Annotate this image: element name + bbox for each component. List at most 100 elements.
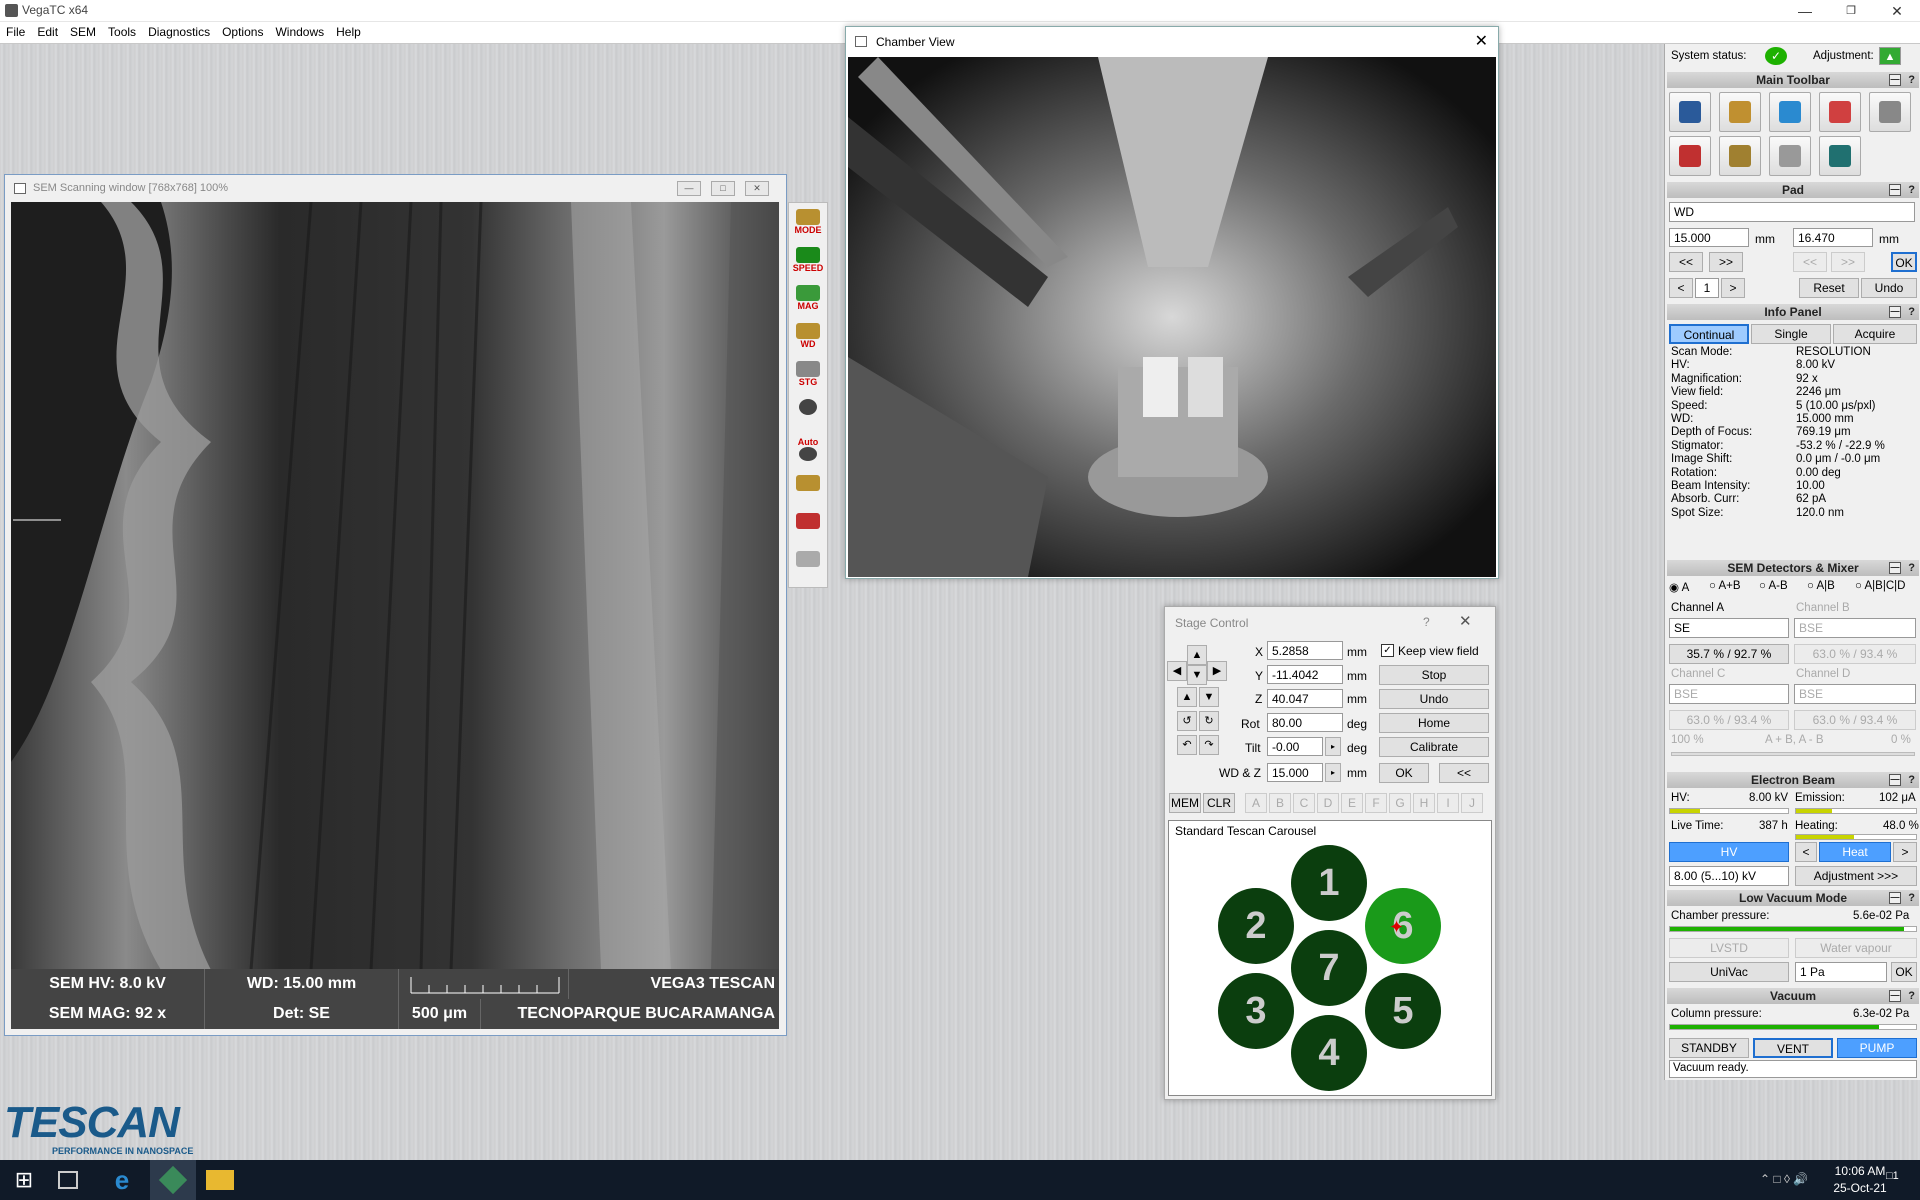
- stage-button[interactable]: [789, 545, 827, 583]
- slot-e[interactable]: E: [1341, 793, 1363, 813]
- radio-a-minus-b[interactable]: ○ A-B: [1759, 580, 1788, 592]
- pad-undo-button[interactable]: Undo: [1861, 278, 1917, 298]
- z-up-button[interactable]: ▲: [1177, 687, 1197, 707]
- hv-range-select[interactable]: 8.00 (5...10) kV: [1669, 866, 1789, 886]
- rot-input[interactable]: 80.00: [1267, 713, 1343, 732]
- pad-select[interactable]: WD: [1669, 202, 1915, 222]
- pad-ok-button[interactable]: OK: [1891, 252, 1917, 272]
- z-down-button[interactable]: ▼: [1199, 687, 1219, 707]
- toolbar-btn-4[interactable]: [1819, 92, 1861, 132]
- move-left-button[interactable]: ◀: [1167, 661, 1187, 681]
- channel-b-values[interactable]: 63.0 % / 93.4 %: [1794, 644, 1916, 664]
- pad-prev-button[interactable]: <<: [1669, 252, 1703, 272]
- status-ok-icon[interactable]: ✓: [1765, 47, 1787, 65]
- toolbar-btn-9[interactable]: [1819, 136, 1861, 176]
- heat-increase-button[interactable]: >: [1893, 842, 1917, 862]
- tilt-minus-button[interactable]: ↶: [1177, 735, 1197, 755]
- main-toolbar-help[interactable]: ?: [1908, 72, 1915, 88]
- toolbar-btn-7[interactable]: [1719, 136, 1761, 176]
- channel-c-select[interactable]: BSE: [1669, 684, 1789, 704]
- wdz-dropdown[interactable]: ▸: [1325, 763, 1341, 782]
- close-button[interactable]: ✕: [1874, 0, 1920, 22]
- main-toolbar-collapse[interactable]: —: [1889, 74, 1901, 86]
- pad-help[interactable]: ?: [1908, 182, 1915, 198]
- pad-value-2[interactable]: 16.470: [1793, 228, 1873, 247]
- carousel-position-2[interactable]: 2: [1218, 888, 1294, 964]
- rotate-cw-button[interactable]: ↻: [1199, 711, 1219, 731]
- tilt-input[interactable]: -0.00: [1267, 737, 1323, 756]
- move-right-button[interactable]: ▶: [1207, 661, 1227, 681]
- slot-d[interactable]: D: [1317, 793, 1339, 813]
- menu-help[interactable]: Help: [330, 22, 367, 42]
- pad-reset-button[interactable]: Reset: [1799, 278, 1859, 298]
- slot-b[interactable]: B: [1269, 793, 1291, 813]
- bi-button[interactable]: [789, 469, 827, 507]
- toolbar-btn-1[interactable]: [1669, 92, 1711, 132]
- water-vapour-button[interactable]: Water vapour: [1795, 938, 1917, 958]
- file-explorer-icon[interactable]: [206, 1170, 234, 1190]
- beam-adjustment-button[interactable]: Adjustment >>>: [1795, 866, 1917, 886]
- move-down-button[interactable]: ▼: [1187, 665, 1207, 685]
- carousel-position-5[interactable]: 5: [1365, 973, 1441, 1049]
- clock-date[interactable]: 25-Oct-21: [1820, 1181, 1900, 1195]
- carousel-view[interactable]: Standard Tescan Carousel 1 2 3 4 5 6 7 ✦: [1168, 820, 1492, 1096]
- info-collapse[interactable]: —: [1889, 306, 1901, 318]
- slot-a[interactable]: A: [1245, 793, 1267, 813]
- x-input[interactable]: 5.2858: [1267, 641, 1343, 660]
- z-input[interactable]: 40.047: [1267, 689, 1343, 708]
- carousel-position-3[interactable]: 3: [1218, 973, 1294, 1049]
- wd-button[interactable]: WD: [789, 317, 827, 355]
- slot-g[interactable]: G: [1389, 793, 1411, 813]
- info-help[interactable]: ?: [1908, 304, 1915, 320]
- speed-button[interactable]: SPEED: [789, 241, 827, 279]
- undo-button[interactable]: Undo: [1379, 689, 1489, 709]
- y-input[interactable]: -11.4042: [1267, 665, 1343, 684]
- stigmator-button[interactable]: [789, 507, 827, 545]
- lowvac-collapse[interactable]: —: [1889, 892, 1901, 904]
- toolbar-btn-8[interactable]: [1769, 136, 1811, 176]
- slot-i[interactable]: I: [1437, 793, 1459, 813]
- mix-slider[interactable]: [1671, 752, 1915, 756]
- internet-explorer-icon[interactable]: e: [108, 1166, 136, 1194]
- tilt-dropdown[interactable]: ▸: [1325, 737, 1341, 756]
- radio-a-or-b[interactable]: ○ A|B: [1807, 580, 1835, 592]
- pad-next2-button[interactable]: >>: [1831, 252, 1865, 272]
- beam-help[interactable]: ?: [1908, 772, 1915, 788]
- detectors-help[interactable]: ?: [1908, 560, 1915, 576]
- channel-a-values[interactable]: 35.7 % / 92.7 %: [1669, 644, 1789, 664]
- hv-button[interactable]: HV: [1669, 842, 1789, 862]
- radio-a-plus-b[interactable]: ○ A+B: [1709, 580, 1741, 592]
- menu-file[interactable]: File: [0, 22, 31, 42]
- menu-options[interactable]: Options: [216, 22, 269, 42]
- keep-view-checkbox[interactable]: ✓: [1381, 644, 1394, 657]
- lvstd-button[interactable]: LVSTD: [1669, 938, 1789, 958]
- acquire-tab[interactable]: Acquire: [1833, 324, 1917, 344]
- stg-button[interactable]: STG: [789, 355, 827, 393]
- mem-button[interactable]: MEM: [1169, 793, 1201, 813]
- menu-sem[interactable]: SEM: [64, 22, 102, 42]
- menu-windows[interactable]: Windows: [269, 22, 330, 42]
- task-view-icon[interactable]: [58, 1171, 78, 1189]
- pad-page-input[interactable]: 1: [1695, 278, 1719, 298]
- pad-lt-button[interactable]: <: [1669, 278, 1693, 298]
- radio-a[interactable]: ◉ A: [1669, 580, 1689, 594]
- mode-button[interactable]: MODE: [789, 203, 827, 241]
- heat-decrease-button[interactable]: <: [1795, 842, 1817, 862]
- lowvac-pressure-input[interactable]: 1 Pa: [1795, 962, 1887, 982]
- menu-edit[interactable]: Edit: [31, 22, 64, 42]
- lowvac-help[interactable]: ?: [1908, 890, 1915, 906]
- sem-maximize-button[interactable]: □: [711, 181, 735, 196]
- menu-diagnostics[interactable]: Diagnostics: [142, 22, 216, 42]
- univac-button[interactable]: UniVac: [1669, 962, 1789, 982]
- toolbar-btn-3[interactable]: [1769, 92, 1811, 132]
- menu-tools[interactable]: Tools: [102, 22, 142, 42]
- wdz-input[interactable]: 15.000: [1267, 763, 1323, 782]
- auto-contrast-button[interactable]: Auto: [789, 431, 827, 469]
- tray-icons[interactable]: ⌃ □ ◊ 🔊: [1760, 1172, 1808, 1186]
- move-up-button[interactable]: ▲: [1187, 645, 1207, 665]
- lowvac-ok-button[interactable]: OK: [1891, 962, 1917, 982]
- channel-a-select[interactable]: SE: [1669, 618, 1789, 638]
- single-tab[interactable]: Single: [1751, 324, 1831, 344]
- windows-start-icon[interactable]: ⊞: [10, 1166, 38, 1194]
- stop-button[interactable]: Stop: [1379, 665, 1489, 685]
